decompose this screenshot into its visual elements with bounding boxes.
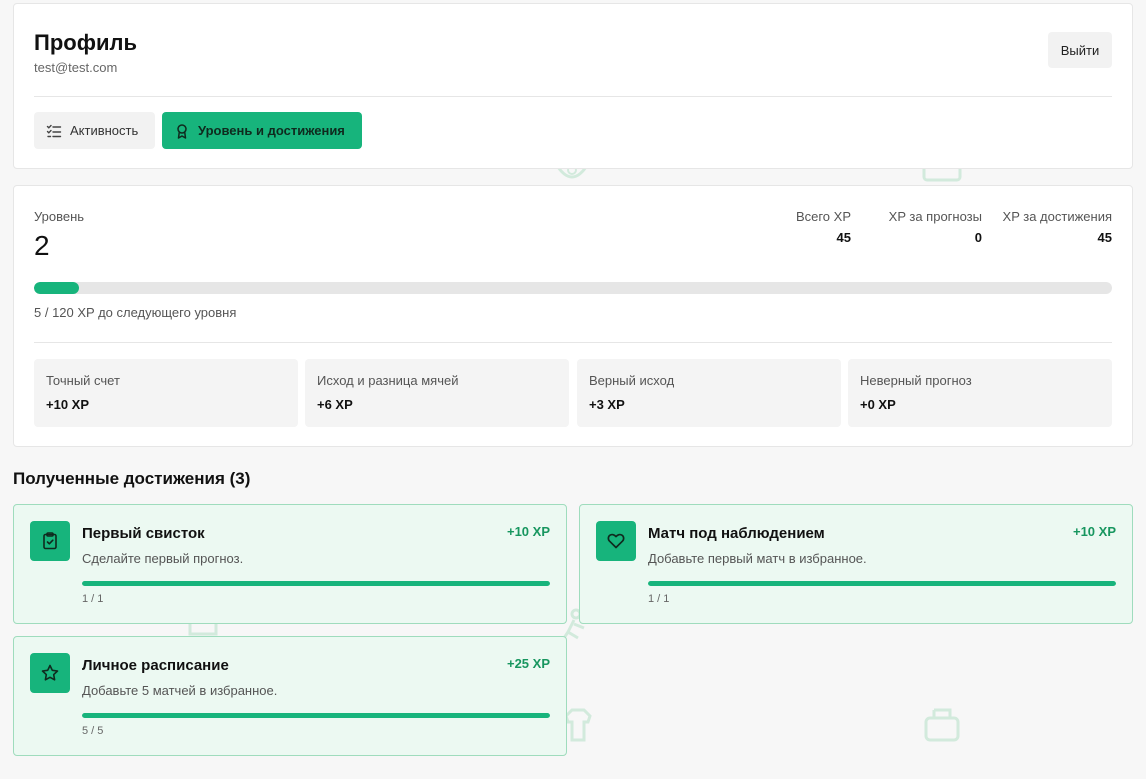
divider — [34, 96, 1112, 97]
xp-rule-outcome-difference: Исход и разница мячей +6 XP — [305, 359, 569, 427]
profile-header-card: Профиль test@test.com Выйти Активность У… — [13, 3, 1133, 169]
level-label: Уровень — [34, 209, 85, 224]
xp-rule-label: Исход и разница мячей — [317, 373, 459, 388]
achievement-title: Матч под наблюдением — [648, 525, 825, 542]
achievement-xp: +10 XP — [506, 524, 550, 539]
xp-rule-exact-score: Точный счет +10 XP — [34, 359, 298, 427]
gamepad-doodle-icon — [920, 704, 964, 748]
xp-rule-label: Точный счет — [46, 373, 120, 388]
level-card: Уровень 2 Всего XP 45 XP за прогнозы 0 X… — [13, 185, 1133, 447]
achievement-progress-bar — [82, 581, 550, 586]
achievement-count: 5 / 5 — [82, 725, 104, 737]
page-title: Профиль — [34, 30, 137, 55]
xp-rule-value: +0 XP — [860, 397, 896, 412]
achievement-card: Личное расписание Добавьте 5 матчей в из… — [13, 636, 567, 756]
stat-value: 0 — [974, 230, 982, 245]
tab-level-label: Уровень и достижения — [198, 123, 345, 138]
stat-value: 45 — [1097, 230, 1112, 245]
achievement-count: 1 / 1 — [82, 593, 104, 605]
stat-achievement-xp: XP за достижения 45 — [1003, 209, 1112, 245]
tab-activity[interactable]: Активность — [34, 112, 155, 149]
stat-total-xp: Всего XP 45 — [796, 209, 851, 245]
achievement-xp: +10 XP — [1072, 524, 1116, 539]
stat-label: Всего XP — [795, 209, 851, 224]
stat-prediction-xp: XP за прогнозы 0 — [889, 209, 982, 245]
xp-rule-value: +3 XP — [589, 397, 625, 412]
tab-level-achievements[interactable]: Уровень и достижения — [162, 112, 362, 149]
heart-icon — [596, 521, 636, 561]
achievement-progress-bar — [648, 581, 1116, 586]
level-progress-text: 5 / 120 XP до следующего уровня — [34, 305, 237, 320]
stat-label: XP за прогнозы — [888, 209, 982, 224]
achievement-title: Первый свисток — [82, 525, 205, 542]
achievement-card: Первый свисток Сделайте первый прогноз. … — [13, 504, 567, 624]
xp-rule-label: Неверный прогноз — [860, 373, 972, 388]
level-value: 2 — [34, 230, 50, 261]
achievement-progress-bar — [82, 713, 550, 718]
achievement-progress-fill — [82, 713, 550, 718]
achievement-count: 1 / 1 — [648, 593, 670, 605]
xp-rule-wrong-prediction: Неверный прогноз +0 XP — [848, 359, 1112, 427]
xp-rule-correct-outcome: Верный исход +3 XP — [577, 359, 841, 427]
achievement-progress-fill — [82, 581, 550, 586]
tab-activity-label: Активность — [70, 123, 139, 138]
achievement-description: Добавьте 5 матчей в избранное. — [82, 683, 278, 698]
level-progress-fill — [34, 282, 79, 294]
level-progress-bar — [34, 282, 1112, 294]
achievement-progress-fill — [648, 581, 1116, 586]
achievement-description: Добавьте первый матч в избранное. — [648, 551, 867, 566]
xp-rule-label: Верный исход — [589, 373, 675, 388]
xp-rule-value: +6 XP — [317, 397, 353, 412]
stat-value: 45 — [836, 230, 851, 245]
divider — [34, 342, 1112, 343]
clipboard-check-icon — [30, 521, 70, 561]
stat-label: XP за достижения — [1002, 209, 1112, 224]
star-icon — [30, 653, 70, 693]
list-check-icon — [46, 123, 62, 139]
xp-rule-value: +10 XP — [46, 397, 90, 412]
logout-button[interactable]: Выйти — [1048, 32, 1112, 68]
user-email: test@test.com — [34, 60, 118, 75]
award-icon — [174, 123, 190, 139]
achievements-section-title: Полученные достижения (3) — [13, 469, 251, 488]
achievement-xp: +25 XP — [506, 656, 550, 671]
achievement-card: Матч под наблюдением Добавьте первый мат… — [579, 504, 1133, 624]
achievement-title: Личное расписание — [82, 657, 229, 674]
achievement-description: Сделайте первый прогноз. — [82, 551, 244, 566]
